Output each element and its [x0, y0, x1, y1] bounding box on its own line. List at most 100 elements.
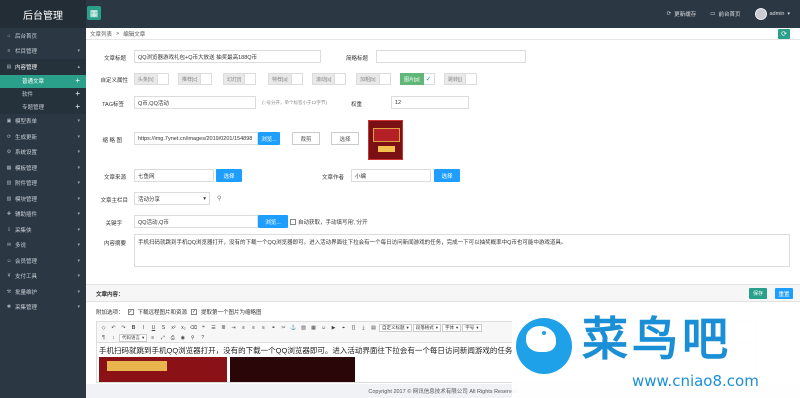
sidebar-item-columns[interactable]: ≡ 栏目管理 ▾ — [0, 44, 86, 60]
justify-icon[interactable]: ≡ — [148, 334, 157, 342]
reset-button[interactable]: 重置 — [775, 288, 793, 299]
bold-icon[interactable]: B — [129, 324, 138, 332]
sidebar-item-home[interactable]: ⌂ 后台首页 — [0, 28, 86, 44]
fullscreen-icon[interactable]: ⤢ — [158, 334, 167, 342]
indent-icon[interactable]: ⇥ — [229, 324, 238, 332]
superscript-icon[interactable]: x² — [169, 324, 178, 332]
emotion-icon[interactable]: ☺ — [319, 324, 328, 332]
spacing-icon[interactable]: ↕ — [109, 334, 118, 342]
checkbox[interactable] — [290, 219, 296, 225]
custom-title-select[interactable]: 自定义标题 ▾ — [379, 324, 412, 332]
sidebar-item-payment[interactable]: ¥ 支付工具 ▾ — [0, 269, 86, 285]
attr-headline[interactable]: 头条[h] — [134, 73, 169, 85]
sidebar-item-members[interactable]: ☺ 会员管理 ▾ — [0, 253, 86, 269]
help-icon[interactable]: ? — [198, 334, 207, 342]
sidebar-item-modules[interactable]: ▧ 模块管理 ▾ — [0, 191, 86, 207]
user-menu[interactable]: admin ▾ — [754, 8, 790, 20]
checkbox[interactable] — [245, 73, 257, 85]
attr-bold[interactable]: 加粗[b] — [356, 73, 391, 85]
sidebar-item-batch[interactable]: ⚒ 批量维护 ▾ — [0, 284, 86, 300]
erase-icon[interactable]: ⌫ — [189, 324, 198, 332]
checkmark-icon[interactable]: ✓ — [191, 309, 198, 315]
code-icon[interactable]: {} — [349, 324, 358, 332]
front-page-link[interactable]: ▭ 前台首页 — [710, 10, 740, 18]
attr-special[interactable]: 特荐[a] — [268, 73, 303, 85]
redo-icon[interactable]: ↷ — [119, 324, 128, 332]
sidebar-item-attachments[interactable]: ▥ 附件管理 ▾ — [0, 176, 86, 192]
attr-scroll[interactable]: 滚动[s] — [312, 73, 347, 85]
subscript-icon[interactable]: x₂ — [179, 324, 188, 332]
sidebar-item-collector[interactable]: ⇩ 采集侠 ▾ — [0, 222, 86, 238]
sidebar-item-content[interactable]: ▤ 内容管理 ▴ — [0, 59, 86, 75]
source-select-button[interactable]: 选择 — [216, 169, 242, 182]
thumb-browse-button[interactable]: 浏览... — [258, 132, 280, 145]
quote-icon[interactable]: ❝ — [199, 324, 208, 332]
checkbox[interactable] — [465, 73, 477, 85]
attr-jump[interactable]: 跳转[j] — [444, 73, 477, 85]
anchor-icon[interactable]: ⚓ — [289, 324, 298, 332]
refresh-button[interactable]: ⟳ — [778, 29, 790, 39]
code-language-select[interactable]: 代码语言 ▾ — [119, 334, 148, 342]
align-left-icon[interactable]: ≡ — [239, 324, 248, 332]
unlink-icon[interactable]: ✂ — [279, 324, 288, 332]
tag-input[interactable]: Q币,QQ活动 — [134, 96, 256, 109]
checkmark-icon[interactable]: ✓ — [423, 73, 435, 85]
table-icon[interactable]: ▦ — [309, 324, 318, 332]
undo-icon[interactable]: ↶ — [109, 324, 118, 332]
auto-get-option[interactable]: 自动获取，手动填写用','分开 — [290, 218, 368, 226]
sidebar-item-forms[interactable]: ▣ 模型表单 ▾ — [0, 114, 86, 130]
keywords-input[interactable]: QQ活动,Q币 — [134, 215, 258, 228]
checkmark-icon[interactable]: ✓ — [127, 309, 134, 315]
attr-slide[interactable]: 幻灯[f] — [223, 73, 257, 85]
author-input[interactable]: 小编 — [351, 169, 431, 182]
search-replace-icon[interactable]: ⚲ — [188, 334, 197, 342]
page-break-icon[interactable]: ⤓ — [359, 324, 368, 332]
map-icon[interactable]: ⌖ — [339, 324, 348, 332]
html-source-icon[interactable]: ◇ — [99, 324, 108, 332]
font-select[interactable]: 字体 ▾ — [442, 324, 462, 332]
sidebar-item-generate[interactable]: ⟳ 生成更新 ▾ — [0, 129, 86, 145]
sidebar-item-duoshuo[interactable]: ✉ 多说 ▾ — [0, 238, 86, 254]
date-icon[interactable]: ▤ — [369, 324, 378, 332]
clear-cache-link[interactable]: ⟳ 更新缓存 — [667, 10, 697, 18]
underline-icon[interactable]: U — [149, 324, 158, 332]
breadcrumb-article-list[interactable]: 文章列表 — [90, 30, 112, 38]
save-button[interactable]: 保存 — [749, 288, 767, 299]
preview-icon[interactable]: ◉ — [178, 334, 187, 342]
keywords-browse-button[interactable]: 浏览... — [258, 215, 288, 228]
add-icon[interactable]: + — [75, 103, 80, 111]
image-icon[interactable]: ▨ — [299, 324, 308, 332]
video-icon[interactable]: ▶ — [329, 324, 338, 332]
sidebar-item-plugins[interactable]: ✚ 辅助插件 ▾ — [0, 207, 86, 223]
sidebar-sub-topics[interactable]: 专题管理 + — [0, 100, 86, 114]
italic-icon[interactable]: I — [139, 324, 148, 332]
list-ordered-icon[interactable]: ☰ — [209, 324, 218, 332]
select-thumb-button[interactable]: 选择 — [331, 132, 359, 145]
add-icon[interactable]: + — [75, 77, 80, 85]
print-icon[interactable]: ⎙ — [168, 334, 177, 342]
checkbox[interactable] — [157, 73, 169, 85]
sidebar-item-settings[interactable]: ⚙ 系统设置 ▾ — [0, 145, 86, 161]
align-center-icon[interactable]: ≡ — [249, 324, 258, 332]
sidebar-sub-articles[interactable]: 普通文章 + — [0, 74, 86, 88]
paragraph-select[interactable]: 段落格式 ▾ — [412, 324, 442, 332]
sidebar-item-spider[interactable]: ✱ 采集管理 ▾ — [0, 300, 86, 316]
link-icon[interactable]: ⚭ — [269, 324, 278, 332]
attr-recommend[interactable]: 推荐[c] — [178, 73, 213, 85]
thumb-input[interactable]: https://img.7ynet.cn/images/2019/0201/15… — [134, 132, 258, 145]
sidebar-sub-software[interactable]: 软件 + — [0, 87, 86, 101]
list-bullet-icon[interactable]: ≣ — [219, 324, 228, 332]
short-title-input[interactable] — [376, 50, 526, 63]
author-select-button[interactable]: 选择 — [434, 169, 460, 182]
add-icon[interactable]: + — [75, 90, 80, 98]
crop-button[interactable]: 裁剪 — [292, 132, 320, 145]
search-icon[interactable]: ⚲ — [217, 195, 221, 202]
attr-picture[interactable]: 图片[p] ✓ — [400, 73, 435, 85]
column-select[interactable]: 活动分享 ▾ — [134, 192, 210, 205]
source-input[interactable]: 七鱼网 — [134, 169, 214, 182]
checkbox[interactable] — [201, 73, 213, 85]
sidebar-item-templates[interactable]: ▦ 模板管理 ▾ — [0, 160, 86, 176]
weight-input[interactable]: 12 — [391, 96, 469, 109]
align-right-icon[interactable]: ≡ — [259, 324, 268, 332]
checkbox[interactable] — [335, 73, 347, 85]
